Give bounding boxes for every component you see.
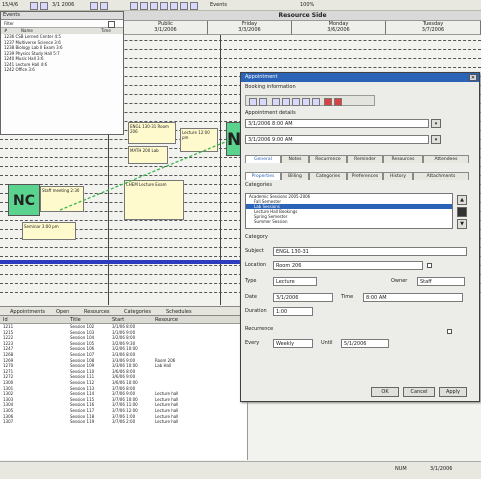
until-label: Until <box>321 340 333 346</box>
cell-start: 3/7/06 2:00 <box>112 419 136 425</box>
scroll-thumb[interactable] <box>457 207 467 217</box>
copy-icon[interactable] <box>282 98 290 106</box>
bottom-table: 1211 Session 102 3/1/06 8:00 1215 Session 10… <box>0 324 248 460</box>
section-label: Appointment details <box>245 110 296 116</box>
start-field[interactable]: 3/1/2006 8:00 AM <box>245 119 429 128</box>
delete-icon[interactable] <box>259 98 267 106</box>
subtab-history[interactable]: History <box>383 172 413 180</box>
owner-label: Owner <box>391 278 408 284</box>
find-icon[interactable] <box>302 98 310 106</box>
freq-label: Every <box>245 340 260 346</box>
subtab-properties[interactable]: Properties <box>245 172 281 180</box>
dialog-title: Appointment <box>241 73 479 82</box>
tab-attendees[interactable]: Attendees <box>423 155 469 163</box>
close-icon[interactable]: ✕ <box>469 74 477 81</box>
col-id[interactable]: Id <box>3 317 8 323</box>
current-time-bar <box>0 260 248 264</box>
location-field[interactable]: Room 206 <box>273 261 423 270</box>
duration-label: Duration <box>245 308 267 314</box>
scroll-up-icon[interactable]: ▲ <box>457 195 467 205</box>
cancel-button[interactable]: Cancel <box>403 387 435 397</box>
cut-icon[interactable] <box>272 98 280 106</box>
cell-title: Session 119 <box>70 419 95 425</box>
owner-select[interactable]: Staff <box>417 277 465 286</box>
tab-reminder[interactable]: Reminder <box>347 155 383 163</box>
tab-recurrence[interactable]: Recurrence <box>309 155 347 163</box>
dialog-subtitle: Booking information <box>245 84 296 90</box>
end-field[interactable]: 3/1/2006 9:00 AM <box>245 135 429 144</box>
tree-label: Categories <box>245 182 272 188</box>
until-field[interactable]: 5/1/2006 <box>341 339 389 348</box>
freq-select[interactable]: Weekly <box>273 339 313 348</box>
col-title[interactable]: Title <box>70 317 81 323</box>
status-num: NUM <box>395 466 407 472</box>
scroll-down-icon[interactable]: ▼ <box>457 219 467 229</box>
tab-appointments[interactable]: Appointments <box>10 309 45 315</box>
location-checkbox[interactable] <box>427 263 432 268</box>
date-label: Date <box>245 294 257 300</box>
dialog-toolbar <box>245 95 375 106</box>
tab-schedules[interactable]: Schedules <box>166 309 192 315</box>
date-field[interactable]: 3/1/2006 <box>273 293 333 302</box>
priority-icon[interactable] <box>334 98 342 106</box>
cell-id: 1307 <box>3 419 14 425</box>
time-field[interactable]: 8:00 AM <box>363 293 463 302</box>
tab-categories[interactable]: Categories <box>124 309 151 315</box>
subject-field[interactable]: ENGL 130-31 <box>273 247 467 256</box>
ok-button[interactable]: OK <box>371 387 399 397</box>
appointment-dialog: Appointment ✕ Booking information Appoin… <box>240 72 480 402</box>
link-line <box>59 139 231 211</box>
col-resource[interactable]: Resource <box>155 317 178 323</box>
chevron-down-icon[interactable]: ▾ <box>431 135 441 144</box>
flag-icon[interactable] <box>324 98 332 106</box>
type-label: Type <box>245 278 257 284</box>
subtab-preferences[interactable]: Preferences <box>347 172 383 180</box>
category-label: Category <box>245 234 268 240</box>
category-tree[interactable]: Academic Sessions 2005-2006 Fall Semeste… <box>245 193 453 229</box>
time-label: Time <box>341 294 354 300</box>
bottom-table-header: Id Title Start Resource <box>0 316 248 324</box>
tab-general[interactable]: General <box>245 155 281 163</box>
tab-open[interactable]: Open <box>56 309 69 315</box>
subtab-billing[interactable]: Billing <box>281 172 309 180</box>
recurrence-checkbox[interactable] <box>447 329 452 334</box>
duration-field[interactable]: 1:00 <box>273 307 313 316</box>
status-bar: NUM 3/1/2006 <box>0 461 481 479</box>
print-icon[interactable] <box>312 98 320 106</box>
subtab-categories[interactable]: Categories <box>309 172 347 180</box>
subtab-attachments[interactable]: Attachments <box>413 172 469 180</box>
paste-icon[interactable] <box>292 98 300 106</box>
chevron-down-icon[interactable]: ▾ <box>431 119 441 128</box>
cell-res: Lecture hall <box>155 419 179 425</box>
bottom-tab-strip: Appointments Open Resources Categories S… <box>0 306 248 316</box>
location-label: Location <box>245 262 267 268</box>
tab-resources[interactable]: Resources <box>383 155 423 163</box>
col-start[interactable]: Start <box>112 317 124 323</box>
type-select[interactable]: Lecture <box>273 277 317 286</box>
tree-item[interactable]: Summer Session <box>246 219 452 224</box>
subject-label: Subject <box>245 248 264 254</box>
recurrence-label: Recurrence <box>245 326 274 332</box>
table-row[interactable]: 1307 Session 119 3/7/06 2:00 Lecture hall <box>0 419 247 425</box>
status-date: 3/1/2006 <box>430 466 453 472</box>
tab-resources[interactable]: Resources <box>84 309 110 315</box>
apply-button[interactable]: Apply <box>439 387 467 397</box>
save-icon[interactable] <box>249 98 257 106</box>
tab-notes[interactable]: Notes <box>281 155 309 163</box>
